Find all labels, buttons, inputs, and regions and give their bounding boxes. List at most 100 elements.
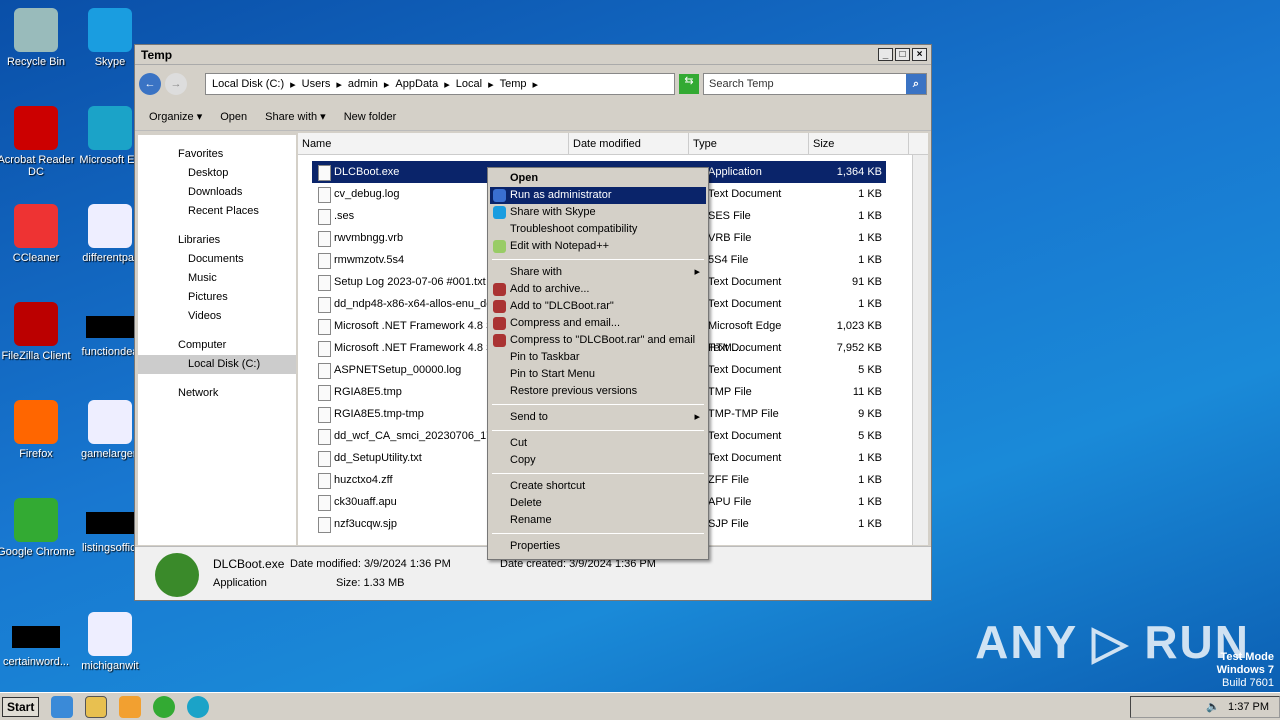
- menu-item-copy[interactable]: Copy: [490, 452, 706, 469]
- file-size: 1,364 KB: [836, 166, 882, 178]
- start-button[interactable]: Start: [2, 696, 40, 717]
- menu-item-label: Pin to Taskbar: [510, 351, 580, 363]
- nav-local-disk[interactable]: Local Disk (C:): [138, 355, 296, 374]
- clock[interactable]: 1:37 PM: [1228, 701, 1269, 713]
- column-name[interactable]: Name: [298, 133, 569, 154]
- vertical-scrollbar[interactable]: [912, 155, 928, 545]
- breadcrumb-item[interactable]: admin: [348, 78, 378, 90]
- menu-item-edit-with-notepad[interactable]: Edit with Notepad++: [490, 238, 706, 255]
- column-date-modified[interactable]: Date modified: [569, 133, 689, 154]
- desktop-icon-image: [88, 400, 132, 444]
- menu-item-label: Edit with Notepad++: [510, 240, 610, 252]
- nav-pictures[interactable]: Pictures: [138, 288, 296, 307]
- menu-separator: [492, 404, 704, 405]
- breadcrumb-item[interactable]: Local: [456, 78, 482, 90]
- menu-item-compress-and-email[interactable]: Compress and email...: [490, 315, 706, 332]
- desktop-icon[interactable]: michiganwit: [68, 612, 152, 672]
- file-size: 1,023 KB: [836, 320, 882, 332]
- desktop-icon-label: certainword...: [2, 656, 70, 668]
- breadcrumb-arrow[interactable]: ▸: [488, 78, 494, 91]
- nav-documents[interactable]: Documents: [138, 250, 296, 269]
- nav-computer[interactable]: Computer: [138, 336, 296, 355]
- desktop-icon-image: [12, 626, 60, 648]
- file-type: Microsoft Edge HTM...: [708, 320, 782, 354]
- menu-item-troubleshoot-compatibility[interactable]: Troubleshoot compatibility: [490, 221, 706, 238]
- file-size: 1 KB: [858, 298, 882, 310]
- menu-item-add-to-archive[interactable]: Add to archive...: [490, 281, 706, 298]
- menu-item-properties[interactable]: Properties: [490, 538, 706, 555]
- nav-videos[interactable]: Videos: [138, 307, 296, 326]
- menu-item-share-with-skype[interactable]: Share with Skype: [490, 204, 706, 221]
- breadcrumb-item[interactable]: AppData: [395, 78, 438, 90]
- chrome-icon[interactable]: [153, 695, 176, 718]
- menu-item-label: Share with Skype: [510, 206, 596, 218]
- breadcrumb-item[interactable]: Local Disk (C:): [212, 78, 284, 90]
- minimize-button[interactable]: _: [878, 48, 893, 61]
- menu-item-label: Create shortcut: [510, 480, 586, 492]
- desktop-icon[interactable]: Acrobat Reader DC: [0, 106, 78, 178]
- address-bar[interactable]: Local Disk (C:) ▸ Users ▸ admin ▸ AppData ▸ Loca…: [205, 73, 675, 95]
- forward-button[interactable]: →: [165, 73, 187, 95]
- menu-item-pin-to-start-menu[interactable]: Pin to Start Menu: [490, 366, 706, 383]
- maximize-button[interactable]: □: [895, 48, 910, 61]
- breadcrumb-item[interactable]: Temp: [500, 78, 527, 90]
- breadcrumb-arrow[interactable]: ▸: [336, 78, 342, 91]
- ie-icon[interactable]: [51, 695, 74, 718]
- desktop-icon-image: [14, 498, 58, 542]
- close-button[interactable]: ×: [912, 48, 927, 61]
- title-bar[interactable]: Temp _ □ ×: [135, 45, 931, 65]
- file-type: SJP File: [708, 518, 749, 530]
- media-player-icon[interactable]: [119, 695, 142, 718]
- file-size: 1 KB: [858, 474, 882, 486]
- menu-item-run-as-administrator[interactable]: Run as administrator: [490, 187, 706, 204]
- breadcrumb-arrow[interactable]: ▸: [533, 78, 539, 91]
- nav-desktop[interactable]: Desktop: [138, 164, 296, 183]
- navigation-pane: Favorites Desktop Downloads Recent Place…: [138, 135, 296, 545]
- nav-recent-places[interactable]: Recent Places: [138, 202, 296, 221]
- refresh-button[interactable]: ⇆: [679, 74, 699, 94]
- menu-item-delete[interactable]: Delete: [490, 495, 706, 512]
- breadcrumb-arrow[interactable]: ▸: [444, 78, 450, 91]
- explorer-taskbar-icon[interactable]: [85, 695, 108, 718]
- desktop-icon[interactable]: CCleaner: [0, 204, 78, 264]
- menu-item-rename[interactable]: Rename: [490, 512, 706, 529]
- search-input[interactable]: Search Temp ⌕: [703, 73, 927, 95]
- edge-icon[interactable]: [187, 695, 210, 718]
- menu-item-pin-to-taskbar[interactable]: Pin to Taskbar: [490, 349, 706, 366]
- menu-item-compress-to-dlcboot-rar-and-email[interactable]: Compress to "DLCBoot.rar" and email: [490, 332, 706, 349]
- desktop-icon[interactable]: Recycle Bin: [0, 8, 78, 68]
- desktop-icon[interactable]: certainword...: [0, 612, 78, 668]
- toolbar-button[interactable]: New folder: [344, 111, 397, 123]
- nav-downloads[interactable]: Downloads: [138, 183, 296, 202]
- menu-item-add-to-dlcboot-rar[interactable]: Add to "DLCBoot.rar": [490, 298, 706, 315]
- nav-network[interactable]: Network: [138, 384, 296, 403]
- menu-item-create-shortcut[interactable]: Create shortcut: [490, 478, 706, 495]
- menu-item-cut[interactable]: Cut: [490, 435, 706, 452]
- back-button[interactable]: ←: [139, 73, 161, 95]
- desktop-icon[interactable]: Google Chrome: [0, 498, 78, 558]
- breadcrumb-item[interactable]: Users: [302, 78, 331, 90]
- desktop-icon[interactable]: FileZilla Client: [0, 302, 78, 362]
- desktop-icon-image: [86, 316, 134, 338]
- file-type: Text Document: [708, 430, 782, 442]
- menu-item-label: Add to archive...: [510, 283, 590, 295]
- toolbar-button[interactable]: Open: [220, 111, 247, 123]
- menu-item-label: Cut: [510, 437, 528, 449]
- nav-libraries[interactable]: Libraries: [138, 231, 296, 250]
- breadcrumb-arrow[interactable]: ▸: [384, 78, 390, 91]
- toolbar-button[interactable]: Organize ▾: [149, 110, 202, 123]
- breadcrumb-arrow[interactable]: ▸: [290, 78, 296, 91]
- column-type[interactable]: Type: [689, 133, 809, 154]
- toolbar-button[interactable]: Share with ▾: [265, 110, 326, 123]
- menu-item-restore-previous-versions[interactable]: Restore previous versions: [490, 383, 706, 400]
- dlcboot-icon: [155, 553, 199, 597]
- menu-item-share-with[interactable]: Share with ▸: [490, 264, 706, 281]
- menu-item-send-to[interactable]: Send to ▸: [490, 409, 706, 426]
- menu-item-open[interactable]: Open: [490, 170, 706, 187]
- nav-favorites[interactable]: Favorites: [138, 145, 296, 164]
- volume-icon[interactable]: 🔈: [1206, 700, 1220, 713]
- desktop-icon[interactable]: Firefox: [0, 400, 78, 460]
- search-icon[interactable]: ⌕: [906, 74, 926, 94]
- column-size[interactable]: Size: [809, 133, 909, 154]
- nav-music[interactable]: Music: [138, 269, 296, 288]
